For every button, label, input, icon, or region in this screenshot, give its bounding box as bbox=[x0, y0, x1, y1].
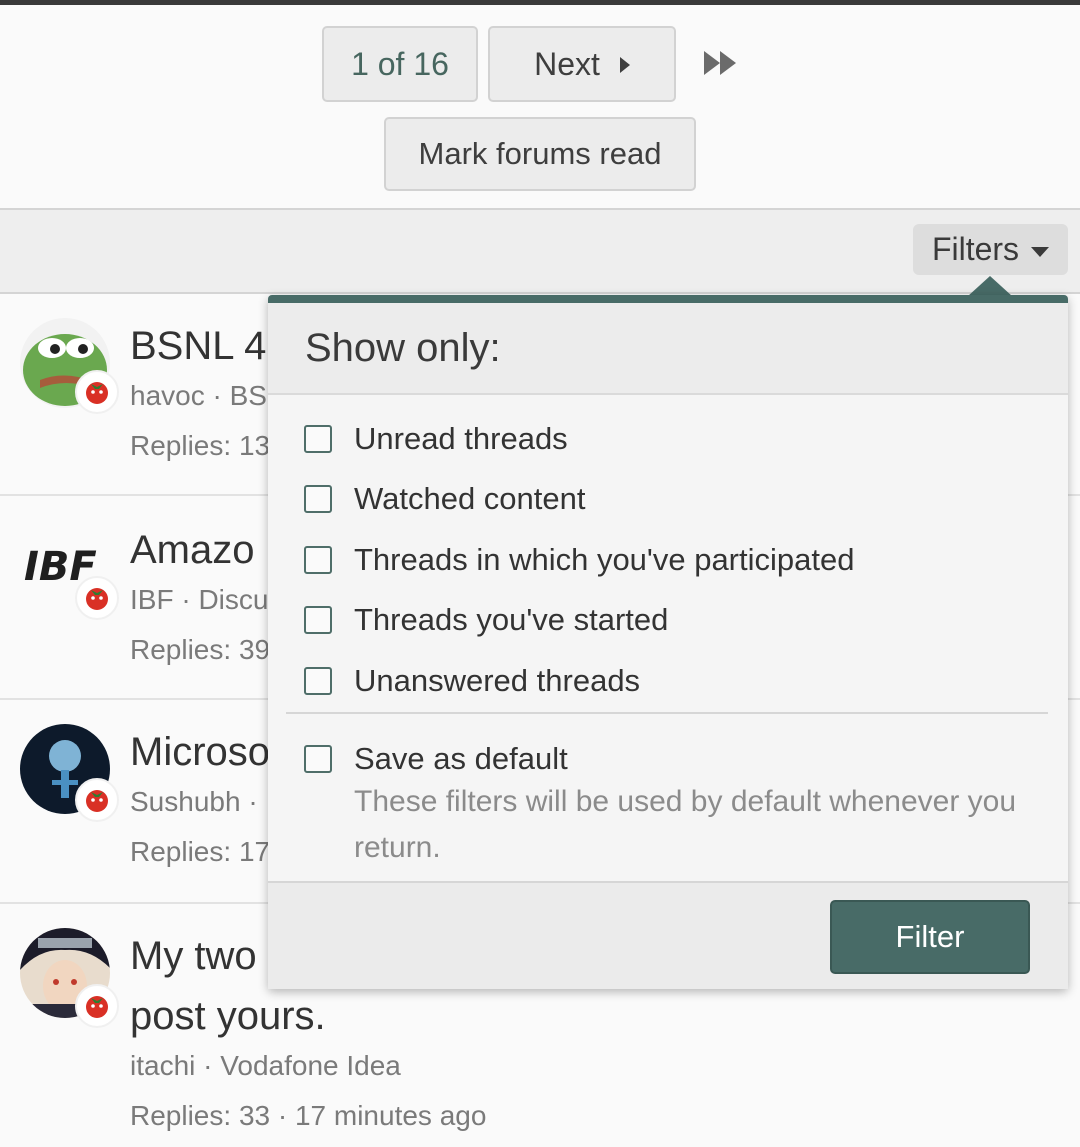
thread-title-line2[interactable]: post yours. bbox=[130, 994, 326, 1039]
tomato-badge-icon bbox=[75, 370, 119, 414]
tomato-badge-icon bbox=[75, 984, 119, 1028]
page-indicator-label: 1 of 16 bbox=[351, 45, 449, 82]
filter-option-label: Unread threads bbox=[354, 421, 568, 456]
filter-submit-button[interactable]: Filter bbox=[830, 900, 1030, 974]
checkbox[interactable] bbox=[304, 745, 332, 773]
next-page-label: Next bbox=[534, 45, 600, 82]
thread-title[interactable]: My two bbox=[130, 934, 257, 979]
thread-title[interactable]: BSNL 4 bbox=[130, 324, 266, 369]
filter-submit-label: Filter bbox=[895, 919, 965, 954]
save-as-default-label: Save as default bbox=[354, 741, 568, 776]
filter-option-participated[interactable]: Threads in which you've participated bbox=[304, 542, 854, 578]
checkbox[interactable] bbox=[304, 425, 332, 453]
filter-option-unanswered[interactable]: Unanswered threads bbox=[304, 663, 640, 699]
caret-down-icon bbox=[1031, 246, 1050, 257]
checkbox[interactable] bbox=[304, 667, 332, 695]
mark-forums-read-label: Mark forums read bbox=[418, 136, 662, 171]
thread-meta: Sushubh · bbox=[130, 786, 258, 817]
checkbox[interactable] bbox=[304, 485, 332, 513]
thread-meta: IBF · Discu bbox=[130, 584, 269, 615]
tomato-badge-icon bbox=[75, 778, 119, 822]
menu-arrow bbox=[968, 276, 1012, 296]
tomato-badge-icon bbox=[75, 576, 119, 620]
thread-stats: Replies: 39 bbox=[130, 634, 271, 665]
thread-meta: itachi · Vodafone Idea bbox=[130, 1050, 401, 1081]
thread-title[interactable]: Microso bbox=[130, 730, 270, 775]
filter-option-watched[interactable]: Watched content bbox=[304, 481, 586, 517]
filter-menu: Show only: Unread threads Watched conten… bbox=[268, 295, 1068, 989]
thread-meta: havoc · BS bbox=[130, 380, 267, 411]
filter-option-label: Watched content bbox=[354, 481, 586, 516]
last-page-icon[interactable] bbox=[704, 50, 740, 76]
filter-option-label: Threads you've started bbox=[354, 602, 669, 637]
save-default-hint: These filters will be used by default wh… bbox=[354, 785, 1017, 864]
thread-stats: Replies: 17 bbox=[130, 836, 271, 867]
filters-dropdown-button[interactable]: Filters bbox=[913, 224, 1068, 275]
thread-title[interactable]: Amazo bbox=[130, 528, 255, 573]
save-as-default-option[interactable]: Save as default bbox=[304, 741, 568, 777]
top-bar bbox=[0, 0, 1080, 5]
checkbox[interactable] bbox=[304, 546, 332, 574]
menu-divider bbox=[286, 712, 1048, 714]
caret-right-icon bbox=[619, 57, 630, 73]
thread-stats: Replies: 33 · 17 minutes ago bbox=[130, 1100, 487, 1131]
filter-menu-header: Show only: bbox=[268, 303, 1068, 395]
thread-stats: Replies: 13 bbox=[130, 430, 271, 461]
filter-option-label: Unanswered threads bbox=[354, 663, 641, 698]
filter-menu-footer: Filter bbox=[268, 881, 1068, 989]
filters-label: Filters bbox=[931, 231, 1020, 267]
checkbox[interactable] bbox=[304, 606, 332, 634]
page-indicator-button[interactable]: 1 of 16 bbox=[322, 26, 478, 102]
filter-option-label: Threads in which you've participated bbox=[354, 542, 855, 577]
next-page-button[interactable]: Next bbox=[488, 26, 676, 102]
filter-option-started[interactable]: Threads you've started bbox=[304, 602, 668, 638]
mark-forums-read-button[interactable]: Mark forums read bbox=[384, 117, 696, 191]
filter-option-unread[interactable]: Unread threads bbox=[304, 421, 568, 457]
